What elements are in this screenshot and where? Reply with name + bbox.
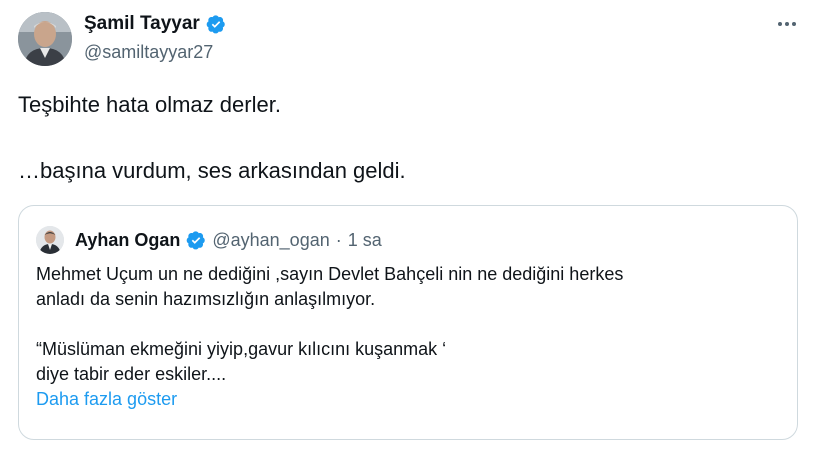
author-avatar[interactable] — [18, 12, 72, 66]
more-options-icon[interactable] — [774, 14, 800, 34]
tweet-text: Teşbihte hata olmaz derler. …başına vurd… — [18, 90, 778, 186]
tweet-line-1: Teşbihte hata olmaz derler. — [18, 92, 281, 117]
quoted-header: Ayhan Ogan @ayhan_ogan · 1 sa — [75, 226, 382, 254]
more-dot — [778, 22, 782, 26]
quoted-tweet-card[interactable]: Ayhan Ogan @ayhan_ogan · 1 sa Mehmet Uçu… — [18, 205, 798, 440]
author-name[interactable]: Şamil Tayyar — [84, 13, 200, 35]
quoted-author-handle[interactable]: @ayhan_ogan — [212, 230, 329, 251]
verified-badge-icon — [187, 231, 206, 250]
author-handle[interactable]: @samiltayyar27 — [84, 42, 213, 63]
quoted-author-avatar[interactable] — [36, 226, 64, 254]
author-name-row[interactable]: Şamil Tayyar — [84, 13, 226, 35]
verified-badge-icon — [206, 15, 225, 34]
quoted-line-4: diye tabir eder eskiler.... — [36, 364, 227, 384]
quoted-line-3: “Müslüman ekmeğini yiyip,gavur kılıcını … — [36, 339, 447, 359]
quoted-timestamp[interactable]: 1 sa — [348, 230, 382, 251]
quoted-text: Mehmet Uçum un ne dediğini ,sayın Devlet… — [36, 262, 776, 412]
quoted-line-2: anladı da senin hazımsızlığın anlaşılmıy… — [36, 289, 376, 309]
show-more-link[interactable]: Daha fazla göster — [36, 387, 776, 412]
more-dot — [792, 22, 796, 26]
tweet-line-2: …başına vurdum, ses arkasından geldi. — [18, 158, 406, 183]
quoted-author-name[interactable]: Ayhan Ogan — [75, 230, 180, 251]
separator-dot: · — [335, 229, 342, 250]
quoted-line-1: Mehmet Uçum un ne dediğini ,sayın Devlet… — [36, 264, 624, 284]
more-dot — [785, 22, 789, 26]
